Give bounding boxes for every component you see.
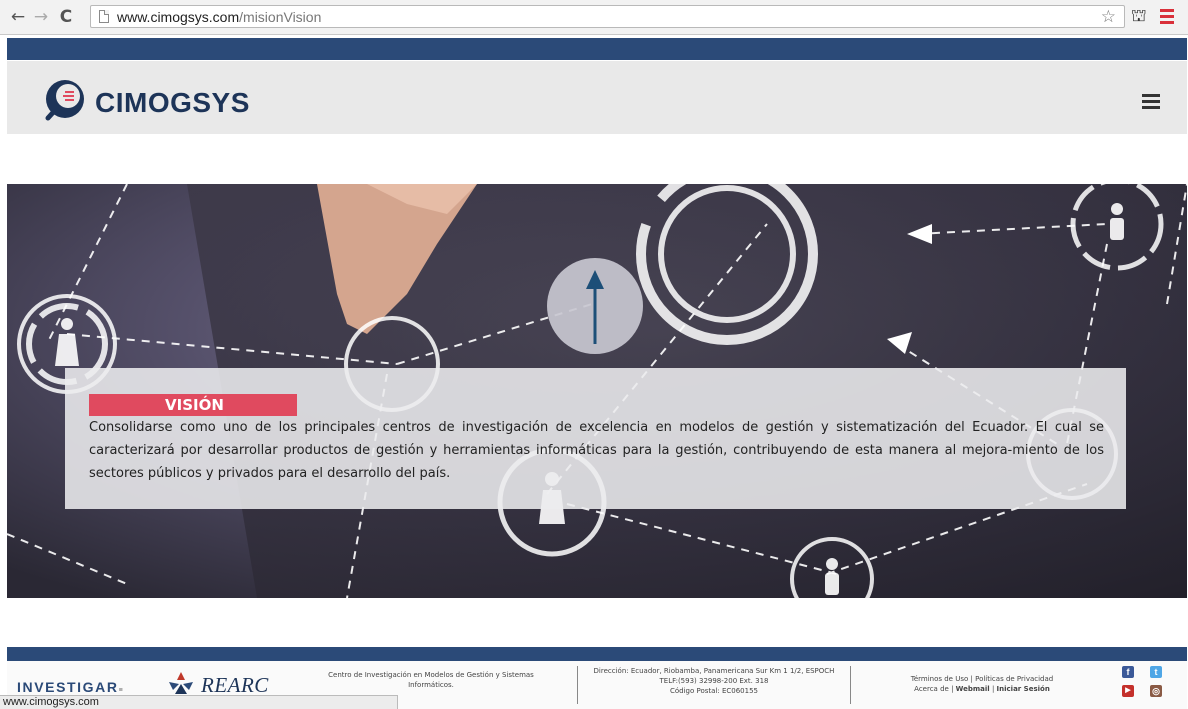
rearc-leaf-icon — [169, 672, 193, 694]
browser-status-bar: www.cimogsys.com — [0, 695, 398, 709]
extension-icon[interactable]: ⛫ — [1131, 6, 1147, 28]
browser-menu-icon[interactable] — [1160, 6, 1174, 26]
terms-link[interactable]: Términos de Uso — [911, 675, 969, 683]
youtube-icon[interactable]: ▶ — [1122, 685, 1134, 697]
url-text[interactable]: www.cimogsys.com/misionVision — [117, 8, 321, 26]
url-domain: www.cimogsys.com — [117, 9, 240, 25]
webmail-link[interactable]: Webmail — [956, 685, 990, 693]
privacy-link[interactable]: Políticas de Privacidad — [975, 675, 1053, 683]
url-path: /misionVision — [239, 9, 322, 25]
footer-links: Términos de Uso | Políticas de Privacida… — [910, 675, 1054, 693]
bookmark-star-icon[interactable]: ☆ — [1101, 7, 1116, 27]
page-icon — [99, 10, 109, 23]
login-link[interactable]: Iniciar Sesión — [997, 685, 1050, 693]
browser-toolbar: ← → C www.cimogsys.com/misionVision ☆ ⛫ — [0, 0, 1188, 35]
footer-address: Dirección: Ecuador, Riobamba, Panamerica… — [577, 666, 851, 704]
vision-panel: VISIÓN Consolidarse como uno de los prin… — [65, 368, 1126, 509]
investigar-logo[interactable]: INVESTIGAR≡ — [17, 679, 123, 695]
footer-color-strip — [7, 647, 1187, 661]
forward-icon[interactable]: → — [31, 7, 51, 27]
footer-center-description: Centro de Investigación en Modelos de Ge… — [328, 671, 534, 689]
facebook-icon[interactable]: f — [1122, 666, 1134, 678]
about-link[interactable]: Acerca de — [914, 685, 949, 693]
hero-banner: VISIÓN Consolidarse como uno de los prin… — [7, 184, 1187, 598]
address-bar[interactable]: www.cimogsys.com/misionVision ☆ — [90, 5, 1125, 28]
vision-text: Consolidarse como uno de los principales… — [89, 420, 1104, 481]
instagram-icon[interactable]: ◎ — [1150, 685, 1162, 697]
back-icon[interactable]: ← — [8, 7, 28, 27]
logo-text[interactable]: CIMOGSYS — [95, 87, 250, 119]
top-color-strip — [7, 38, 1187, 60]
twitter-icon[interactable]: t — [1150, 666, 1162, 678]
hamburger-menu-icon[interactable] — [1142, 94, 1160, 110]
site-header: CIMOGSYS — [7, 61, 1187, 134]
reload-icon[interactable]: C — [56, 7, 76, 27]
cimogsys-logo-icon[interactable] — [43, 78, 87, 122]
rearc-logo[interactable]: REARC — [165, 670, 268, 698]
vision-title: VISIÓN — [89, 394, 297, 416]
